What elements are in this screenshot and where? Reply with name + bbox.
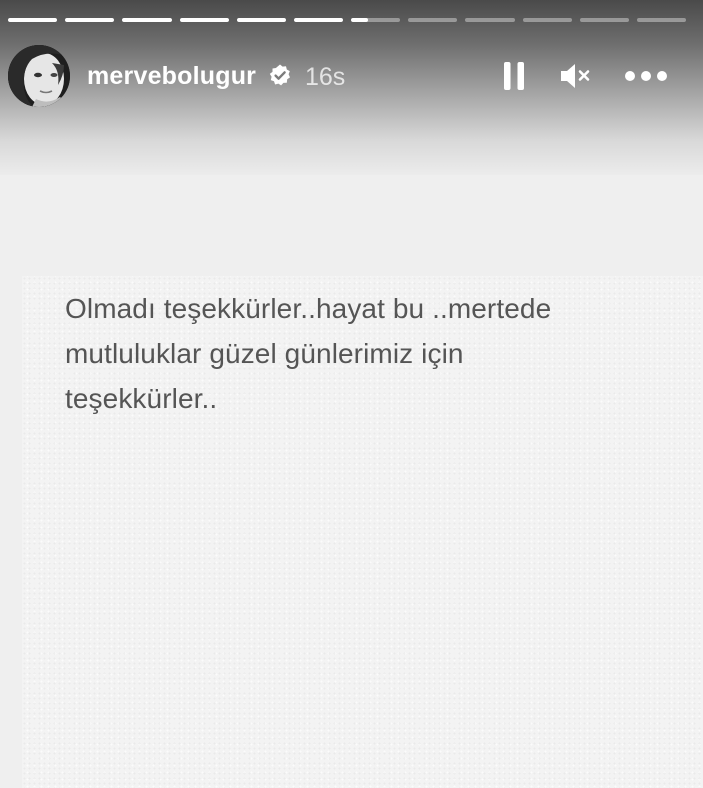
progress-segment-fill — [122, 18, 172, 22]
username[interactable]: mervebolugur — [87, 62, 256, 91]
progress-segment-fill — [65, 18, 115, 22]
mute-button[interactable] — [554, 56, 598, 96]
avatar[interactable] — [8, 45, 70, 107]
progress-segment-fill — [179, 18, 229, 22]
pause-button[interactable] — [492, 56, 536, 96]
verified-badge-icon — [267, 63, 293, 89]
progress-segment — [122, 18, 172, 22]
story-text: Olmadı teşekkürler..hayat bu ..mertede m… — [65, 286, 665, 421]
progress-segment-fill — [351, 18, 369, 22]
progress-segment-fill — [236, 18, 286, 22]
story-header: mervebolugur 16s — [0, 42, 703, 112]
story-text-line-3: teşekkürler.. — [65, 383, 218, 414]
progress-segment-fill — [8, 18, 58, 22]
story-text-line-1: Olmadı teşekkürler..hayat bu ..mertede — [65, 293, 552, 324]
progress-segment — [351, 18, 401, 22]
progress-segment — [522, 18, 572, 22]
progress-segment — [408, 18, 458, 22]
progress-segment — [636, 18, 687, 22]
progress-segment — [236, 18, 286, 22]
progress-segment — [465, 18, 515, 22]
progress-segment-fill — [293, 18, 344, 22]
story-image: Olmadı teşekkürler..hayat bu ..mertede m… — [22, 276, 703, 788]
pause-icon — [504, 62, 524, 90]
more-options-icon — [625, 71, 667, 81]
story-text-line-2: mutluluklar güzel günlerimiz için — [65, 338, 464, 369]
progress-segment — [179, 18, 229, 22]
progress-segment — [579, 18, 629, 22]
progress-segment — [293, 18, 344, 22]
more-options-button[interactable] — [622, 56, 670, 96]
story-time: 16s — [305, 63, 346, 91]
muted-speaker-icon — [561, 64, 590, 88]
progress-segment — [65, 18, 115, 22]
progress-segment — [8, 18, 58, 22]
story-progress-bar — [8, 18, 687, 22]
